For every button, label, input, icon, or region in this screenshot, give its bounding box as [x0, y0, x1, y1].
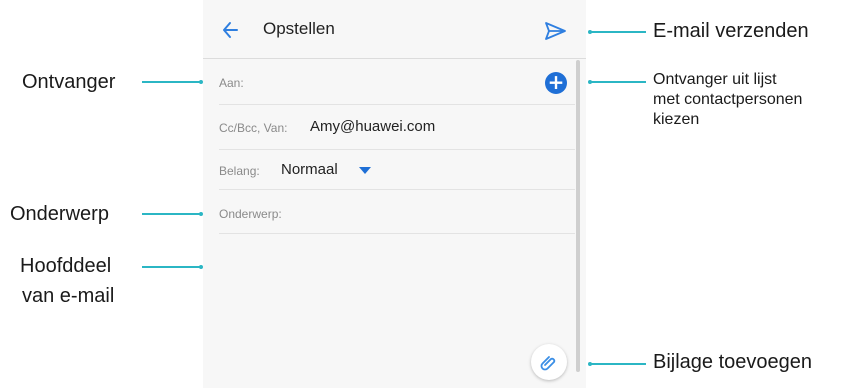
callout-contacts-line3: kiezen	[653, 111, 700, 128]
attach-button[interactable]	[531, 344, 567, 380]
callout-recipient: Ontvanger	[22, 71, 116, 93]
app-bar: Opstellen	[203, 0, 586, 59]
scrollbar[interactable]	[576, 60, 580, 372]
callout-line	[590, 363, 646, 365]
page-title: Opstellen	[263, 19, 335, 38]
callout-line	[142, 213, 200, 215]
callout-contacts-line1: Ontvanger uit lijst	[653, 71, 777, 88]
divider	[219, 189, 575, 190]
divider	[219, 104, 575, 105]
callout-subject: Onderwerp	[10, 203, 109, 225]
callout-line	[590, 81, 646, 83]
callout-line	[590, 31, 646, 33]
cc-field-label: Cc/Bcc, Van:	[219, 121, 288, 135]
chevron-down-icon[interactable]	[359, 167, 371, 175]
callout-attach: Bijlage toevoegen	[653, 351, 813, 373]
callout-dot	[199, 265, 203, 269]
callout-contacts-line2: met contactpersonen	[653, 91, 803, 108]
add-recipient-button[interactable]: +	[545, 72, 567, 94]
paperclip-icon	[540, 356, 556, 371]
compose-screen: Opstellen Aan: + Cc/Bcc, Van: Amy@huawei…	[203, 0, 586, 388]
divider	[219, 233, 575, 234]
cc-field-value[interactable]: Amy@huawei.com	[310, 118, 435, 135]
callout-send: E-mail verzenden	[653, 20, 809, 42]
to-field-label: Aan:	[219, 76, 244, 90]
divider	[219, 149, 575, 150]
priority-select[interactable]: Normaal	[281, 161, 338, 178]
callout-line	[142, 266, 200, 268]
subject-field-label: Onderwerp:	[219, 207, 282, 221]
send-icon[interactable]	[542, 18, 568, 44]
priority-label: Belang:	[219, 164, 260, 178]
email-body-input[interactable]	[219, 240, 569, 340]
callout-dot	[199, 80, 203, 84]
back-arrow-icon[interactable]	[217, 16, 245, 44]
callout-line	[142, 81, 200, 83]
callout-body-line1: Hoofddeel	[20, 255, 112, 277]
callout-body-line2: van e-mail	[22, 285, 115, 307]
callout-dot	[199, 212, 203, 216]
plus-circle-icon: +	[547, 70, 565, 94]
